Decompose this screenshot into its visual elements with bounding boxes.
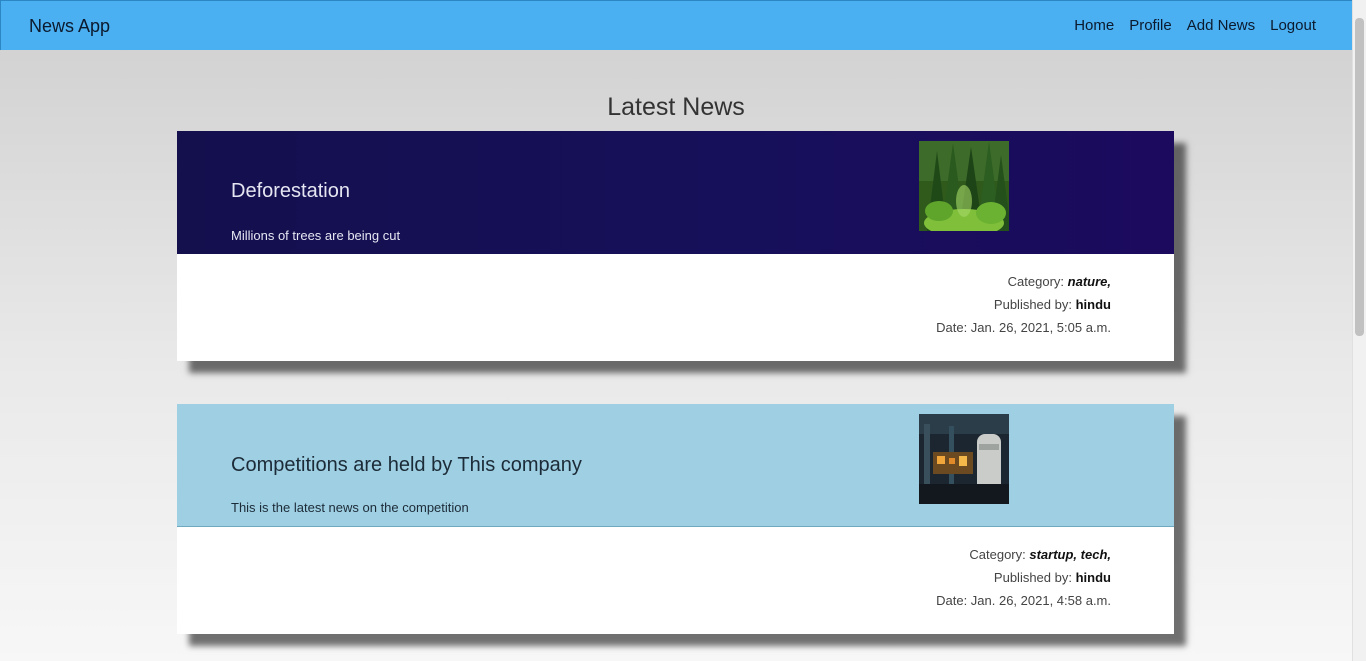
- nav-home-link[interactable]: Home: [1074, 17, 1114, 34]
- page-title: Latest News: [607, 93, 745, 121]
- news-date: Date: Jan. 26, 2021, 5:05 a.m.: [936, 320, 1111, 335]
- brand-link[interactable]: News App: [29, 16, 110, 37]
- news-date: Date: Jan. 26, 2021, 4:58 a.m.: [936, 593, 1111, 608]
- news-meta: Category: startup, tech, Published by: h…: [936, 543, 1111, 612]
- scrollbar-thumb[interactable]: [1355, 18, 1364, 336]
- news-title[interactable]: Competitions are held by This company: [231, 454, 582, 477]
- category-value[interactable]: startup, tech,: [1029, 547, 1111, 562]
- publisher-value[interactable]: hindu: [1076, 297, 1111, 312]
- news-title[interactable]: Deforestation: [231, 180, 350, 203]
- news-card-header: Deforestation Millions of trees are bein…: [177, 131, 1174, 254]
- news-card[interactable]: Deforestation Millions of trees are bein…: [177, 131, 1174, 361]
- forest-image: [919, 141, 1009, 231]
- news-meta: Category: nature, Published by: hindu Da…: [936, 270, 1111, 339]
- nav-profile-link[interactable]: Profile: [1129, 17, 1172, 34]
- navbar: News App Home Profile Add News Logout: [0, 0, 1352, 50]
- news-description: This is the latest news on the competiti…: [231, 500, 469, 515]
- news-publisher: Published by: hindu: [993, 297, 1111, 312]
- page-scrollbar[interactable]: [1352, 0, 1366, 661]
- factory-image: [919, 414, 1009, 504]
- news-description: Millions of trees are being cut: [231, 228, 401, 243]
- news-card-header: Competitions are held by This company Th…: [177, 404, 1174, 527]
- news-category: Category: nature,: [1007, 274, 1111, 289]
- news-category: Category: startup, tech,: [969, 547, 1111, 562]
- news-publisher: Published by: hindu: [993, 570, 1111, 585]
- nav-links: Home Profile Add News Logout: [1074, 17, 1316, 34]
- publisher-value[interactable]: hindu: [1076, 570, 1111, 585]
- nav-logout-link[interactable]: Logout: [1270, 17, 1316, 34]
- news-card[interactable]: Competitions are held by This company Th…: [177, 404, 1174, 634]
- category-value[interactable]: nature,: [1068, 274, 1111, 289]
- nav-add-news-link[interactable]: Add News: [1187, 17, 1255, 34]
